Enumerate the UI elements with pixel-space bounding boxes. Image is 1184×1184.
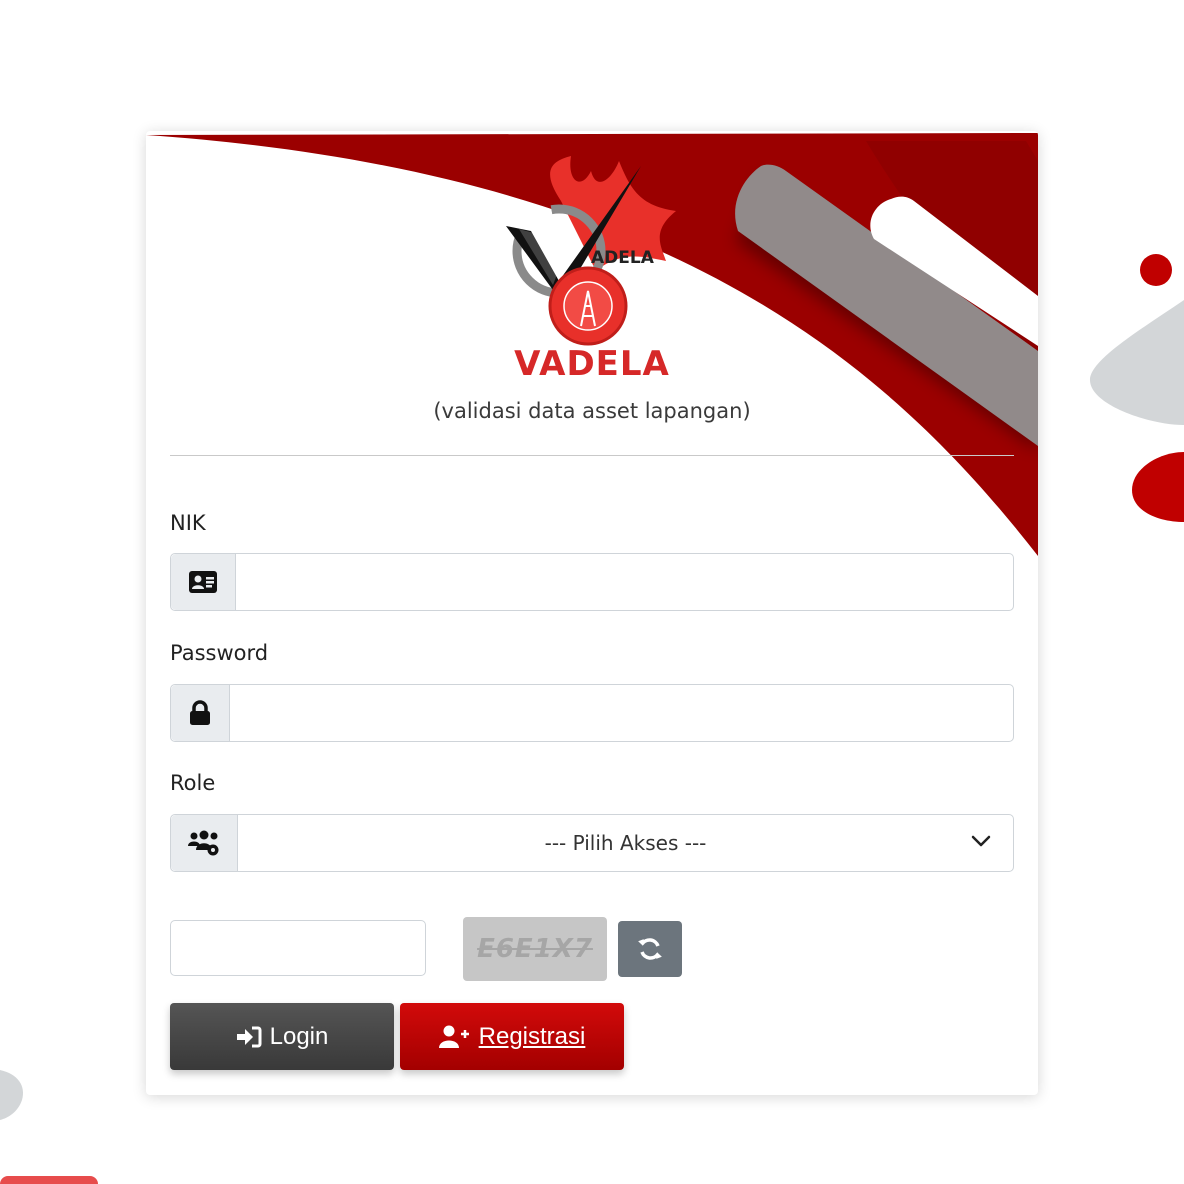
captcha-image: E6E1X7 <box>463 917 607 981</box>
captcha-input[interactable] <box>170 920 426 976</box>
login-card: ADELA VADELA (validasi data asset lapang… <box>146 131 1038 1095</box>
role-select[interactable]: --- Pilih Akses --- <box>238 815 1013 871</box>
login-button[interactable]: Login <box>170 1003 394 1070</box>
logo-text: ADELA <box>591 248 655 268</box>
background-decoration-left <box>0 1070 98 1184</box>
brand-subtitle: (validasi data asset lapangan) <box>433 399 751 423</box>
role-selected-value: --- Pilih Akses --- <box>544 831 707 855</box>
background-decoration-right <box>1090 254 1184 522</box>
password-addon <box>171 685 230 741</box>
sign-in-icon <box>236 1026 262 1047</box>
nik-addon <box>171 554 236 610</box>
password-field <box>170 684 1014 742</box>
user-plus-icon <box>438 1025 469 1048</box>
register-button[interactable]: Registrasi <box>400 1003 624 1070</box>
password-input[interactable] <box>230 685 1013 741</box>
lock-icon <box>189 700 211 726</box>
chevron-down-icon <box>971 835 991 847</box>
nik-field <box>170 553 1014 611</box>
role-field: --- Pilih Akses --- <box>170 814 1014 872</box>
brand-name: VADELA <box>514 344 670 384</box>
role-label: Role <box>170 771 216 795</box>
captcha-refresh-button[interactable] <box>618 921 682 977</box>
captcha-text: E6E1X7 <box>477 934 593 964</box>
password-label: Password <box>170 641 269 665</box>
header-divider <box>170 455 1014 456</box>
nik-input[interactable] <box>236 554 1013 610</box>
role-addon <box>171 815 238 871</box>
nik-label: NIK <box>170 511 206 535</box>
users-gear-icon <box>188 830 220 856</box>
refresh-icon <box>638 938 662 960</box>
register-label: Registrasi <box>478 1022 586 1050</box>
id-card-icon <box>189 571 217 593</box>
vadela-logo: ADELA <box>506 156 676 346</box>
login-label: Login <box>269 1022 329 1050</box>
